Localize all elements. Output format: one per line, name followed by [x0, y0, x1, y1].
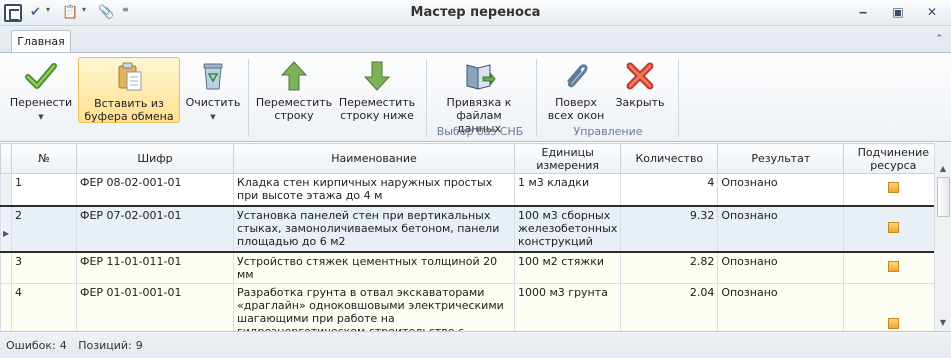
table-row-selected[interactable]: ▶ 2 ФЕР 07-02-001-01 Установка панелей с… — [0, 204, 944, 253]
arrow-up-icon — [280, 61, 308, 91]
close-button[interactable]: Закрыть — [610, 57, 670, 123]
move-row-down-button[interactable]: Переместить строку ниже — [336, 57, 418, 123]
recycle-bin-icon — [203, 63, 223, 90]
cell-result[interactable]: Опознано — [717, 204, 845, 253]
paste-from-clipboard-button[interactable]: Вставить из буфера обмена — [78, 57, 180, 123]
clear-label: Очистить — [185, 96, 241, 109]
status-bar: Ошибок: 4 Позиций: 9 — [0, 331, 951, 358]
ribbon-divider — [426, 59, 427, 137]
book-bind-icon — [466, 64, 496, 90]
vertical-scrollbar[interactable]: ▲ ▼ — [934, 143, 951, 331]
group-label-db-select: Выбор баз СНБ — [436, 125, 524, 138]
clear-button[interactable]: Очистить ▼ — [184, 57, 242, 123]
bind-data-files-button[interactable]: Привязка к файлам данных — [434, 57, 524, 135]
cell-quantity[interactable]: 9.32 — [620, 204, 719, 253]
cell-code[interactable]: ФЕР 07-02-001-01 — [76, 204, 234, 253]
tab-main[interactable]: Главная — [11, 30, 71, 53]
positions-label: Позиций: — [78, 339, 132, 352]
row-pointer-icon: ▶ — [3, 228, 10, 238]
resource-checkbox[interactable] — [887, 317, 899, 329]
cell-unit[interactable]: 100 м2 стяжки — [513, 251, 622, 284]
move-row-up-button[interactable]: Переместить строку — [254, 57, 334, 123]
chevron-down-icon: ▼ — [210, 113, 216, 121]
cell-num[interactable]: 2 — [11, 204, 77, 253]
minimize-button[interactable]: ‒ — [852, 3, 874, 21]
move-up-label: Переместить строку — [255, 96, 333, 122]
checkmark-icon — [25, 63, 57, 89]
resource-checkbox[interactable] — [887, 182, 899, 194]
column-header-num[interactable]: № — [11, 143, 77, 174]
cell-quantity[interactable]: 2.82 — [620, 251, 719, 284]
cell-name[interactable]: Установка панелей стен при вертикальных … — [233, 204, 515, 253]
column-header-resource[interactable]: Подчинение ресурса — [843, 143, 944, 174]
transfer-label: Перенести — [9, 96, 73, 109]
cell-unit[interactable]: 1 м3 кладки — [513, 173, 622, 206]
cell-unit[interactable]: 100 м3 сборных железобетонных конструкци… — [513, 204, 622, 253]
grid-table: № Шифр Наименование Единицы измерения Ко… — [0, 143, 944, 358]
column-header-name[interactable]: Наименование — [233, 143, 515, 174]
scrollbar-thumb[interactable] — [937, 177, 950, 217]
scroll-down-icon[interactable]: ▼ — [937, 317, 949, 329]
cell-result[interactable]: Опознано — [717, 173, 845, 206]
ribbon: Перенести ▼ Вставить из буфера обмена Оч… — [0, 52, 951, 142]
errors-label: Ошибок: — [6, 339, 56, 352]
ribbon-divider — [536, 59, 537, 137]
positions-count: 9 — [135, 339, 143, 352]
group-label-control: Управление — [573, 125, 643, 138]
cell-code[interactable]: ФЕР 11-01-011-01 — [76, 251, 234, 284]
cell-name[interactable]: Устройство стяжек цементных толщиной 20 … — [233, 251, 515, 284]
row-indicator[interactable]: ▶ — [0, 204, 12, 253]
window-title: Мастер переноса — [410, 5, 541, 20]
resource-checkbox[interactable] — [887, 260, 899, 272]
column-header-unit[interactable]: Единицы измерения — [513, 143, 622, 174]
paste-label: Вставить из буфера обмена — [84, 97, 174, 123]
column-header-quantity[interactable]: Количество — [620, 143, 719, 174]
clipboard-icon — [118, 62, 142, 91]
cell-resource[interactable] — [843, 204, 944, 253]
cell-quantity[interactable]: 4 — [620, 173, 719, 206]
cell-num[interactable]: 3 — [11, 251, 77, 284]
close-label: Закрыть — [615, 96, 665, 109]
transfer-button[interactable]: Перенести ▼ — [8, 57, 74, 123]
table-row[interactable]: 1 ФЕР 08-02-001-01 Кладка стен кирпичных… — [0, 173, 944, 206]
ribbon-divider — [678, 59, 679, 137]
column-header-code[interactable]: Шифр — [76, 143, 234, 174]
on-top-label: Поверх всех окон — [547, 96, 605, 122]
row-indicator[interactable] — [0, 251, 12, 284]
cell-result[interactable]: Опознано — [717, 251, 845, 284]
arrow-down-icon — [363, 61, 391, 91]
resource-checkbox[interactable] — [887, 221, 899, 233]
cell-resource[interactable] — [843, 173, 944, 206]
restore-button[interactable]: ▣ — [887, 3, 909, 21]
close-icon — [626, 62, 654, 90]
errors-count: 4 — [59, 339, 67, 352]
paperclip-icon — [567, 64, 588, 88]
data-grid: № Шифр Наименование Единицы измерения Ко… — [0, 143, 951, 358]
always-on-top-button[interactable]: Поверх всех окон — [546, 57, 606, 123]
move-down-label: Переместить строку ниже — [338, 96, 416, 122]
chevron-down-icon: ▼ — [38, 113, 44, 121]
header-indicator — [0, 143, 12, 174]
close-window-button[interactable]: ✕ — [921, 3, 943, 21]
cell-num[interactable]: 1 — [11, 173, 77, 206]
ribbon-collapse-icon[interactable]: ⌃ — [935, 34, 943, 44]
column-header-result[interactable]: Результат — [717, 143, 845, 174]
cell-code[interactable]: ФЕР 08-02-001-01 — [76, 173, 234, 206]
row-indicator[interactable] — [0, 173, 12, 206]
ribbon-divider — [248, 59, 249, 137]
table-row[interactable]: 3 ФЕР 11-01-011-01 Устройство стяжек цем… — [0, 251, 944, 284]
title-bar: ✔ ▾ 📋 ▾ 📎 ≡ Мастер переноса ‒ ▣ ✕ — [0, 0, 951, 26]
cell-resource[interactable] — [843, 251, 944, 284]
ribbon-tabstrip: Главная ⌃ — [0, 26, 951, 53]
grid-header: № Шифр Наименование Единицы измерения Ко… — [0, 143, 944, 174]
cell-name[interactable]: Кладка стен кирпичных наружных простых п… — [233, 173, 515, 206]
scroll-up-icon[interactable]: ▲ — [937, 163, 949, 175]
